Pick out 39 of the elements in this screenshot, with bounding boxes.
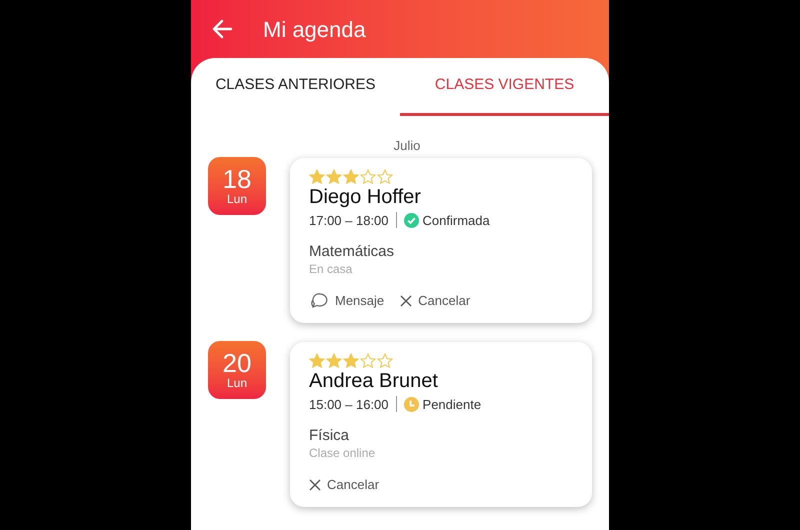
star-icon — [343, 352, 359, 368]
teacher-name: Diego Hoffer — [309, 184, 422, 208]
month-label: Julio — [392, 137, 422, 155]
class-card[interactable]: Andrea Brunet 15:00 – 16:00 Pendiente Física Clase online Cancelar — [290, 342, 592, 506]
place-label: Clase online — [309, 445, 376, 461]
class-card[interactable]: Diego Hoffer 17:00 – 18:00 Confirmada Matemáticas En casa Mensaje Cancelar — [290, 158, 592, 322]
tab[interactable]: CLASES ANTERIORES — [191, 58, 400, 116]
star-icon — [377, 352, 393, 368]
star-icon — [326, 168, 342, 184]
day-number: 18 — [222, 166, 252, 192]
status-label: Confirmada — [422, 212, 490, 230]
subject-label: Matemáticas — [309, 243, 396, 261]
star-icon — [377, 168, 393, 184]
back-icon[interactable] — [211, 19, 233, 39]
weekday-label: Lun — [226, 376, 248, 390]
time-range: 15:00 – 16:00 — [309, 396, 389, 414]
time-range: 17:00 – 18:00 — [309, 212, 389, 230]
check-icon — [404, 212, 419, 228]
star-icon — [309, 352, 325, 368]
screen-title: Mi agenda — [263, 16, 366, 44]
chat-icon — [309, 292, 329, 310]
star-icon — [360, 168, 376, 184]
close-icon — [309, 478, 321, 491]
weekday-label: Lun — [226, 192, 248, 206]
clock-icon — [404, 396, 419, 412]
cancel-button[interactable]: Cancelar — [309, 475, 380, 494]
teacher-name: Andrea Brunet — [309, 368, 439, 392]
day-number: 20 — [222, 350, 252, 376]
message-button[interactable]: Mensaje — [309, 291, 384, 310]
star-icon — [343, 168, 359, 184]
place-label: En casa — [309, 261, 354, 277]
subject-label: Física — [309, 427, 350, 445]
tab[interactable]: CLASES VIGENTES — [400, 58, 609, 116]
cancel-button[interactable]: Cancelar — [400, 291, 470, 310]
star-icon — [326, 352, 342, 368]
close-icon — [400, 294, 412, 307]
star-icon — [360, 352, 376, 368]
star-icon — [309, 168, 325, 184]
status-label: Pendiente — [422, 396, 482, 414]
